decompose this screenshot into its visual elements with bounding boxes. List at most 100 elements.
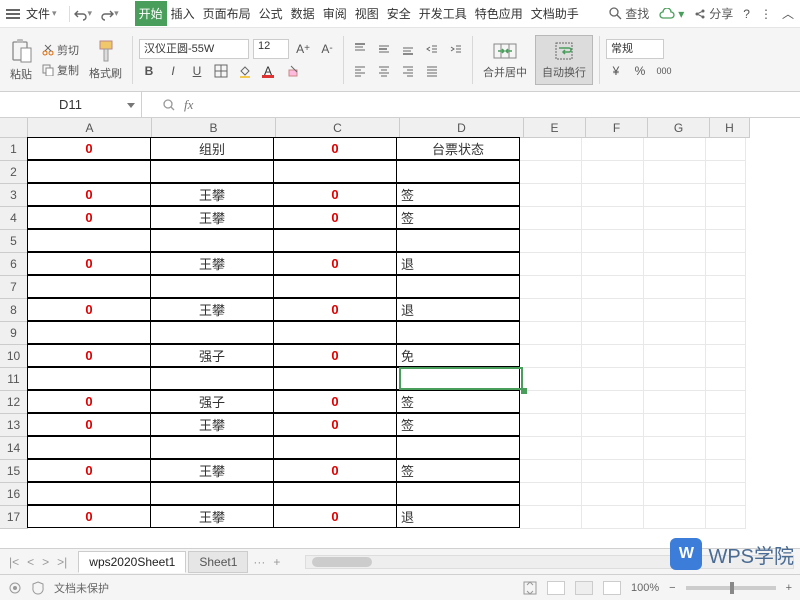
thousands-button[interactable]: 000 xyxy=(654,61,674,81)
share-menu[interactable]: 分享 xyxy=(694,5,733,22)
cell-D13[interactable]: 签 xyxy=(396,413,520,436)
align-bottom-icon[interactable] xyxy=(398,39,418,59)
cell-D16[interactable] xyxy=(396,482,520,505)
row-header-16[interactable]: 16 xyxy=(0,483,28,506)
format-painter-button[interactable]: 格式刷 xyxy=(85,37,126,83)
undo-dropdown-icon[interactable]: ▾ xyxy=(88,8,93,19)
sheet-first-icon[interactable]: |< xyxy=(6,555,22,569)
col-header-F[interactable]: F xyxy=(586,118,648,138)
cell-G16[interactable] xyxy=(644,483,706,506)
font-color-button[interactable]: A xyxy=(259,61,279,81)
row-header-4[interactable]: 4 xyxy=(0,207,28,230)
cell-F8[interactable] xyxy=(582,299,644,322)
row-header-1[interactable]: 1 xyxy=(0,138,28,161)
merge-cells-button[interactable]: 合并居中 xyxy=(479,38,531,82)
col-header-A[interactable]: A xyxy=(28,118,152,138)
cell-B16[interactable] xyxy=(150,482,274,505)
cell-H11[interactable] xyxy=(706,368,746,391)
row-header-13[interactable]: 13 xyxy=(0,414,28,437)
cell-E1[interactable] xyxy=(520,138,582,161)
scrollbar-thumb[interactable] xyxy=(312,557,372,567)
cell-A16[interactable] xyxy=(27,482,151,505)
col-header-D[interactable]: D xyxy=(400,118,524,138)
cell-D11[interactable] xyxy=(396,367,520,390)
cell-A3[interactable]: 0 xyxy=(27,183,151,206)
zoom-value[interactable]: 100% xyxy=(631,582,659,594)
cell-E3[interactable] xyxy=(520,184,582,207)
cell-C13[interactable]: 0 xyxy=(273,413,397,436)
cell-B13[interactable]: 王攀 xyxy=(150,413,274,436)
cell-A10[interactable]: 0 xyxy=(27,344,151,367)
cell-A6[interactable]: 0 xyxy=(27,252,151,275)
ribbon-tab-8[interactable]: 开发工具 xyxy=(415,1,471,26)
cell-G17[interactable] xyxy=(644,506,706,529)
cell-D9[interactable] xyxy=(396,321,520,344)
cell-B14[interactable] xyxy=(150,436,274,459)
zoom-in-icon[interactable]: + xyxy=(786,582,792,594)
cell-F15[interactable] xyxy=(582,460,644,483)
ribbon-tab-4[interactable]: 数据 xyxy=(287,1,319,26)
fx-icon[interactable]: fx xyxy=(184,97,193,113)
cell-D15[interactable]: 签 xyxy=(396,459,520,482)
cell-F2[interactable] xyxy=(582,161,644,184)
cell-C11[interactable] xyxy=(273,367,397,390)
cell-C16[interactable] xyxy=(273,482,397,505)
cell-C1[interactable]: 0 xyxy=(273,137,397,160)
sheet-tab-0[interactable]: wps2020Sheet1 xyxy=(78,551,186,573)
cell-G7[interactable] xyxy=(644,276,706,299)
cell-E5[interactable] xyxy=(520,230,582,253)
cell-C5[interactable] xyxy=(273,229,397,252)
shield-icon[interactable] xyxy=(32,581,44,595)
cell-B6[interactable]: 王攀 xyxy=(150,252,274,275)
cell-A11[interactable] xyxy=(27,367,151,390)
cell-F16[interactable] xyxy=(582,483,644,506)
ribbon-tab-10[interactable]: 文档助手 xyxy=(527,1,583,26)
italic-button[interactable]: I xyxy=(163,61,183,81)
cell-C2[interactable] xyxy=(273,160,397,183)
row-header-5[interactable]: 5 xyxy=(0,230,28,253)
cell-C15[interactable]: 0 xyxy=(273,459,397,482)
col-header-G[interactable]: G xyxy=(648,118,710,138)
cell-D3[interactable]: 签 xyxy=(396,183,520,206)
cell-H9[interactable] xyxy=(706,322,746,345)
cell-G12[interactable] xyxy=(644,391,706,414)
cell-H5[interactable] xyxy=(706,230,746,253)
cell-G14[interactable] xyxy=(644,437,706,460)
cell-E6[interactable] xyxy=(520,253,582,276)
cell-A4[interactable]: 0 xyxy=(27,206,151,229)
col-header-E[interactable]: E xyxy=(524,118,586,138)
cell-F9[interactable] xyxy=(582,322,644,345)
cell-H14[interactable] xyxy=(706,437,746,460)
ribbon-tab-7[interactable]: 安全 xyxy=(383,1,415,26)
cell-F17[interactable] xyxy=(582,506,644,529)
cell-D7[interactable] xyxy=(396,275,520,298)
collapse-ribbon-icon[interactable]: ︿ xyxy=(782,5,794,22)
fill-color-button[interactable] xyxy=(235,61,255,81)
cell-C10[interactable]: 0 xyxy=(273,344,397,367)
align-middle-icon[interactable] xyxy=(374,39,394,59)
col-header-B[interactable]: B xyxy=(152,118,276,138)
cell-D17[interactable]: 退 xyxy=(396,505,520,528)
cell-H8[interactable] xyxy=(706,299,746,322)
cell-F3[interactable] xyxy=(582,184,644,207)
ribbon-tab-9[interactable]: 特色应用 xyxy=(471,1,527,26)
view-pagebreak-icon[interactable] xyxy=(575,581,593,595)
row-header-6[interactable]: 6 xyxy=(0,253,28,276)
cell-H3[interactable] xyxy=(706,184,746,207)
cell-H16[interactable] xyxy=(706,483,746,506)
formula-bar[interactable]: fx xyxy=(142,97,800,113)
cell-E14[interactable] xyxy=(520,437,582,460)
clear-format-button[interactable] xyxy=(283,61,303,81)
font-size-select[interactable]: 12 xyxy=(253,39,289,59)
cell-G8[interactable] xyxy=(644,299,706,322)
cell-G9[interactable] xyxy=(644,322,706,345)
row-header-3[interactable]: 3 xyxy=(0,184,28,207)
row-header-11[interactable]: 11 xyxy=(0,368,28,391)
redo-dropdown-icon[interactable]: ▾ xyxy=(114,8,119,19)
align-center-icon[interactable] xyxy=(374,61,394,81)
cell-E2[interactable] xyxy=(520,161,582,184)
cell-F13[interactable] xyxy=(582,414,644,437)
cell-F6[interactable] xyxy=(582,253,644,276)
currency-button[interactable]: ¥ xyxy=(606,61,626,81)
cell-F5[interactable] xyxy=(582,230,644,253)
